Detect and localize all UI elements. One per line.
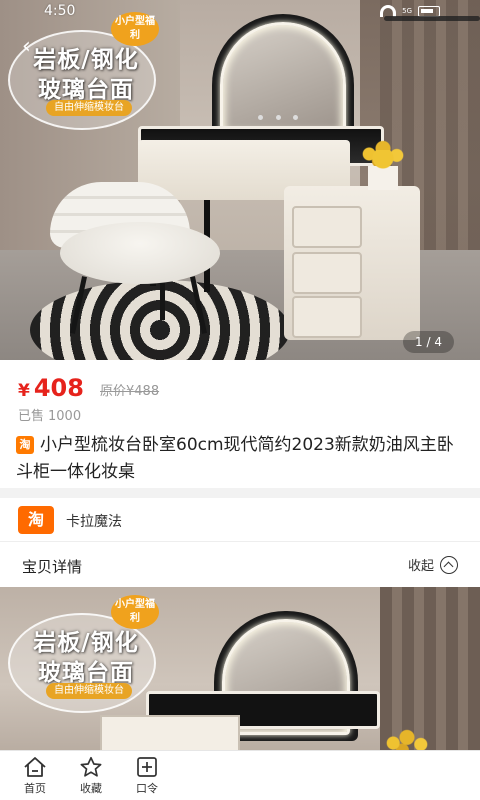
section-divider <box>0 488 480 498</box>
app-root: 小户型福利 岩板/钢化 玻璃台面 自由伸缩模妆台 ‹ 1 / 4 4:50 5G… <box>0 0 480 800</box>
drawer <box>292 206 362 248</box>
drawer <box>292 296 362 338</box>
curtain <box>380 587 480 750</box>
chair-seat <box>60 222 220 284</box>
shop-name[interactable]: 卡拉魔法 <box>66 511 122 531</box>
led-mirror <box>212 14 354 142</box>
nav-command[interactable]: 口令 <box>122 755 172 796</box>
chair-leg <box>160 280 165 320</box>
product-image-carousel[interactable]: 小户型福利 岩板/钢化 玻璃台面 自由伸缩模妆台 ‹ 1 / 4 <box>0 0 480 360</box>
back-button[interactable]: ‹ <box>22 34 48 60</box>
chevron-up-icon <box>440 555 458 574</box>
network-badge: 5G <box>402 7 412 15</box>
sold-label: 已售 <box>18 409 45 424</box>
status-pill <box>384 16 480 21</box>
product-info: ¥408 原价¥488 已售 1000 淘小户型梳妆台卧室60cm现代简约2023… <box>0 360 480 488</box>
command-icon <box>122 755 172 779</box>
taobao-badge-icon: 淘 <box>16 436 34 454</box>
mirror-touch-buttons <box>258 115 298 121</box>
shop-logo-icon: 淘 <box>18 506 54 534</box>
collapse-button[interactable]: 收起 <box>408 555 458 574</box>
nav-favorites[interactable]: 收藏 <box>66 755 116 796</box>
battery-icon <box>418 5 440 17</box>
nav-home[interactable]: 首页 <box>10 755 60 796</box>
currency-symbol: ¥ <box>18 381 30 401</box>
star-icon <box>66 755 116 779</box>
promo-line2: 玻璃台面 <box>38 660 134 686</box>
vase <box>368 150 398 190</box>
sold-count: 已售 1000 <box>18 405 81 424</box>
promo-subtitle: 自由伸缩模妆台 <box>46 100 132 116</box>
promo-line2: 玻璃台面 <box>38 77 134 103</box>
status-bar: 4:50 5G <box>0 0 480 24</box>
nav-home-label: 首页 <box>24 782 46 795</box>
shop-row[interactable]: 淘 卡拉魔法 <box>0 498 480 542</box>
chevron-left-icon: ‹ <box>22 34 31 59</box>
nav-command-label: 口令 <box>136 782 158 795</box>
price: ¥408 <box>18 374 84 402</box>
collapse-label: 收起 <box>407 559 434 574</box>
bottom-nav: 首页 收藏 口令 <box>0 750 480 800</box>
product-title: 淘小户型梳妆台卧室60cm现代简约2023新款奶油风主卧斗柜一体化妆桌 <box>16 432 468 486</box>
promo-badge: 小户型福利 岩板/钢化 玻璃台面 自由伸缩模妆台 <box>8 595 159 713</box>
detail-image: 小户型福利 岩板/钢化 玻璃台面 自由伸缩模妆台 <box>0 587 480 750</box>
details-title: 宝贝详情 <box>22 558 83 576</box>
price-value: 408 <box>33 374 84 402</box>
sold-value: 1000 <box>48 409 82 424</box>
image-page-indicator: 1 / 4 <box>403 331 454 353</box>
flowers <box>384 729 430 750</box>
original-price: 原价¥488 <box>100 384 160 399</box>
product-title-text: 小户型梳妆台卧室60cm现代简约2023新款奶油风主卧斗柜一体化妆桌 <box>16 435 454 482</box>
status-time: 4:50 <box>44 3 76 19</box>
promo-line1: 岩板/钢化 <box>33 630 139 656</box>
drawer <box>292 252 362 294</box>
nav-favorites-label: 收藏 <box>80 782 102 795</box>
home-icon <box>10 755 60 779</box>
details-header: 宝贝详情 收起 <box>0 542 480 587</box>
promo-subtitle: 自由伸缩模妆台 <box>46 683 132 699</box>
open-drawer <box>100 715 240 750</box>
